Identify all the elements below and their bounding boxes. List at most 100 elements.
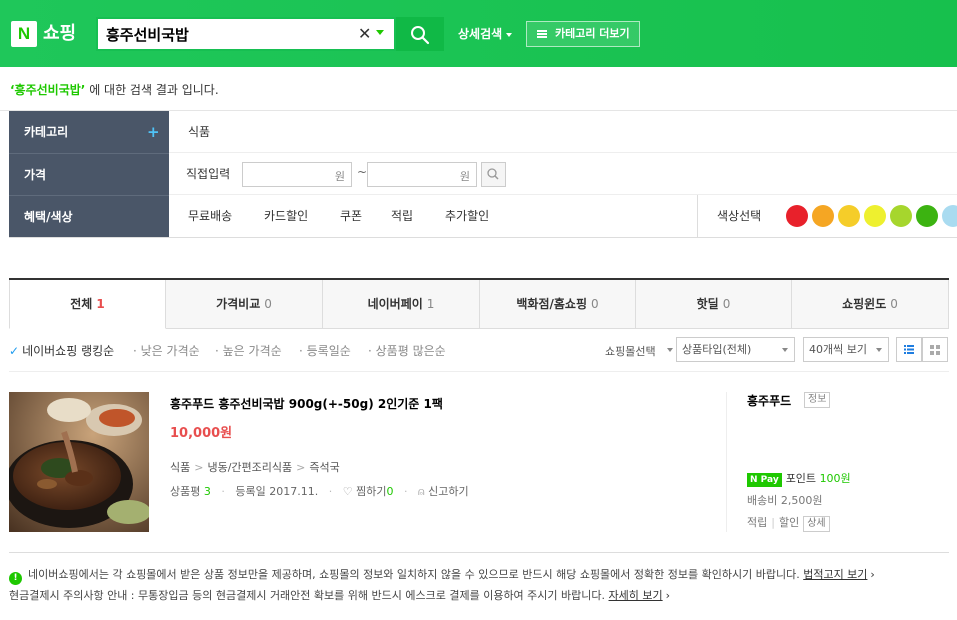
chevron-right-icon: › (665, 589, 671, 602)
color-swatch[interactable] (864, 205, 886, 227)
sort-label: 네이버쇼핑 랭킹순 (22, 344, 115, 358)
tab-hotdeal[interactable]: 핫딜 0 (636, 280, 792, 329)
details-link[interactable]: 자세히 보기 (609, 589, 663, 602)
tab-price-compare[interactable]: 가격비교 0 (166, 280, 323, 329)
color-swatch[interactable] (786, 205, 808, 227)
sort-low-price[interactable]: · 낮은 가격순 (133, 343, 200, 359)
search-button[interactable] (396, 17, 444, 51)
price-search-button[interactable] (481, 162, 506, 187)
product-tags: 적립 | 할인 상세 (747, 515, 830, 532)
exclamation-icon: ! (9, 572, 22, 585)
category-expand-icon[interactable]: + (147, 111, 160, 153)
product-thumbnail[interactable] (9, 392, 149, 532)
npay-icon: N Pay (747, 473, 782, 487)
search-input[interactable] (106, 23, 346, 45)
tab-label: 가격비교 (216, 297, 261, 311)
filter-row-price: 가격 직접입력 원 ~ 원 (9, 153, 957, 195)
search-icon (411, 26, 430, 45)
divider (697, 195, 698, 237)
list-view-button[interactable] (896, 337, 922, 362)
category-link[interactable]: 식품 (170, 461, 190, 474)
tab-naver-pay[interactable]: 네이버페이 1 (323, 280, 480, 329)
review-link[interactable]: 상품평 3 (170, 485, 211, 498)
filter-head-price: 가격 (9, 153, 169, 195)
tab-label: 백화점/홈쇼핑 (516, 297, 587, 311)
detail-search-button[interactable]: 상세검색 (458, 24, 513, 44)
sort-label: 등록일순 (306, 344, 351, 358)
category-link[interactable]: 냉동/간편조리식품 (207, 461, 292, 474)
product-price: 10,000원 (170, 426, 233, 441)
sort-high-price[interactable]: · 높은 가격순 (215, 343, 282, 359)
category-more-label: 카테고리 더보기 (555, 27, 630, 40)
sort-label: 낮은 가격순 (140, 344, 200, 358)
caret-down-icon (506, 32, 513, 37)
wish-button[interactable]: ♡ 찜하기0 (343, 485, 394, 498)
tab-shopping-window[interactable]: 쇼핑윈도 0 (792, 280, 949, 329)
color-swatch[interactable] (942, 205, 957, 227)
separator-dot: · (328, 485, 333, 498)
mall-select-dropdown[interactable]: 쇼핑몰선택 (605, 343, 673, 359)
sort-bar: ✓ 네이버쇼핑 랭킹순 · 낮은 가격순 · 높은 가격순 · 등록일순 · 상품… (9, 336, 949, 366)
point-value: 100원 (819, 472, 851, 485)
product-title-link[interactable]: 흥주푸드 흥주선비국밥 900g(+-50g) 2인기준 1팩 (170, 396, 443, 412)
notice-text: 현금결제시 주의사항 안내 : 무통장입금 등의 현금결제시 거래안전 확보를 … (9, 589, 606, 602)
reg-label: 등록일 (235, 485, 266, 498)
tab-label: 핫딜 (696, 297, 719, 311)
benefit-free-shipping[interactable]: 무료배송 (188, 208, 232, 224)
clear-icon[interactable]: ✕ (358, 23, 371, 45)
shopping-logo-text[interactable]: 쇼핑 (43, 20, 76, 48)
benefit-extra-discount[interactable]: 추가할인 (445, 208, 489, 224)
color-swatch[interactable] (812, 205, 834, 227)
benefit-coupon[interactable]: 쿠폰 (340, 208, 362, 224)
tab-all[interactable]: 전체 1 (9, 280, 166, 329)
color-swatch[interactable] (916, 205, 938, 227)
color-swatch[interactable] (838, 205, 860, 227)
tab-label: 네이버페이 (367, 297, 423, 311)
separator-dot: · (403, 485, 408, 498)
color-swatch[interactable] (890, 205, 912, 227)
filter-head-category: 카테고리 + (9, 111, 169, 153)
autocomplete-toggle-icon[interactable] (376, 30, 384, 35)
category-link[interactable]: 즉석국 (309, 461, 339, 474)
price-max-input[interactable]: 원 (367, 162, 477, 187)
header: N 쇼핑 ✕ 상세검색 카테고리 더보기 (0, 0, 957, 67)
tag-detail-button[interactable]: 상세 (803, 516, 830, 532)
tab-count: 1 (426, 297, 435, 311)
result-keyword: ‘흥주선비국밥’ (10, 83, 86, 97)
npay-point: N Pay 포인트 100원 (747, 472, 851, 487)
sort-reviews[interactable]: · 상품평 많은순 (368, 343, 446, 359)
chevron-right-icon: › (870, 568, 875, 581)
tag-save: 적립 (747, 516, 768, 529)
mall-name-link[interactable]: 흥주푸드 (747, 393, 791, 409)
product-type-select[interactable]: 상품타입(전체) (676, 337, 795, 362)
sort-ranking[interactable]: ✓ 네이버쇼핑 랭킹순 (9, 343, 114, 359)
mall-info-button[interactable]: 정보 (804, 392, 831, 408)
grid-view-button[interactable] (922, 337, 948, 362)
legal-notice-link[interactable]: 법적고지 보기 (803, 568, 867, 581)
caret-down-icon (667, 348, 673, 352)
page-size-select[interactable]: 40개씩 보기 (803, 337, 889, 362)
tab-count: 0 (890, 297, 898, 311)
report-button[interactable]: ⍝ 신고하기 (418, 485, 469, 498)
separator-dot: · (221, 485, 225, 498)
page-size-label: 40개씩 보기 (809, 343, 867, 356)
list-icon (537, 30, 547, 38)
notice-line-cash: 현금결제시 주의사항 안내 : 무통장입금 등의 현금결제시 거래안전 확보를 … (9, 588, 670, 604)
benefit-points[interactable]: 적립 (391, 208, 413, 224)
notice-line-legal: ! 네이버쇼핑에서는 각 쇼핑몰에서 받은 상품 정보만을 제공하며, 쇼핑몰의 … (9, 567, 875, 585)
mall-select-label: 쇼핑몰선택 (605, 345, 656, 358)
separator: | (771, 516, 775, 529)
product-meta: 상품평 3 · 등록일 2017.11. · ♡ 찜하기0 · ⍝ 신고하기 (170, 484, 469, 500)
category-more-button[interactable]: 카테고리 더보기 (526, 21, 640, 47)
check-icon: ✓ (9, 344, 20, 358)
tab-department-homeshopping[interactable]: 백화점/홈쇼핑 0 (480, 280, 636, 329)
grid-view-icon (930, 345, 940, 355)
benefit-card-discount[interactable]: 카드할인 (264, 208, 308, 224)
naver-logo[interactable]: N (11, 21, 37, 47)
sort-date[interactable]: · 등록일순 (299, 343, 351, 359)
category-option-food[interactable]: 식품 (188, 124, 210, 140)
wish-label: 찜하기 (356, 485, 387, 498)
price-min-input[interactable]: 원 (242, 162, 352, 187)
review-count: 3 (203, 485, 211, 498)
color-select-label: 색상선택 (717, 209, 762, 223)
